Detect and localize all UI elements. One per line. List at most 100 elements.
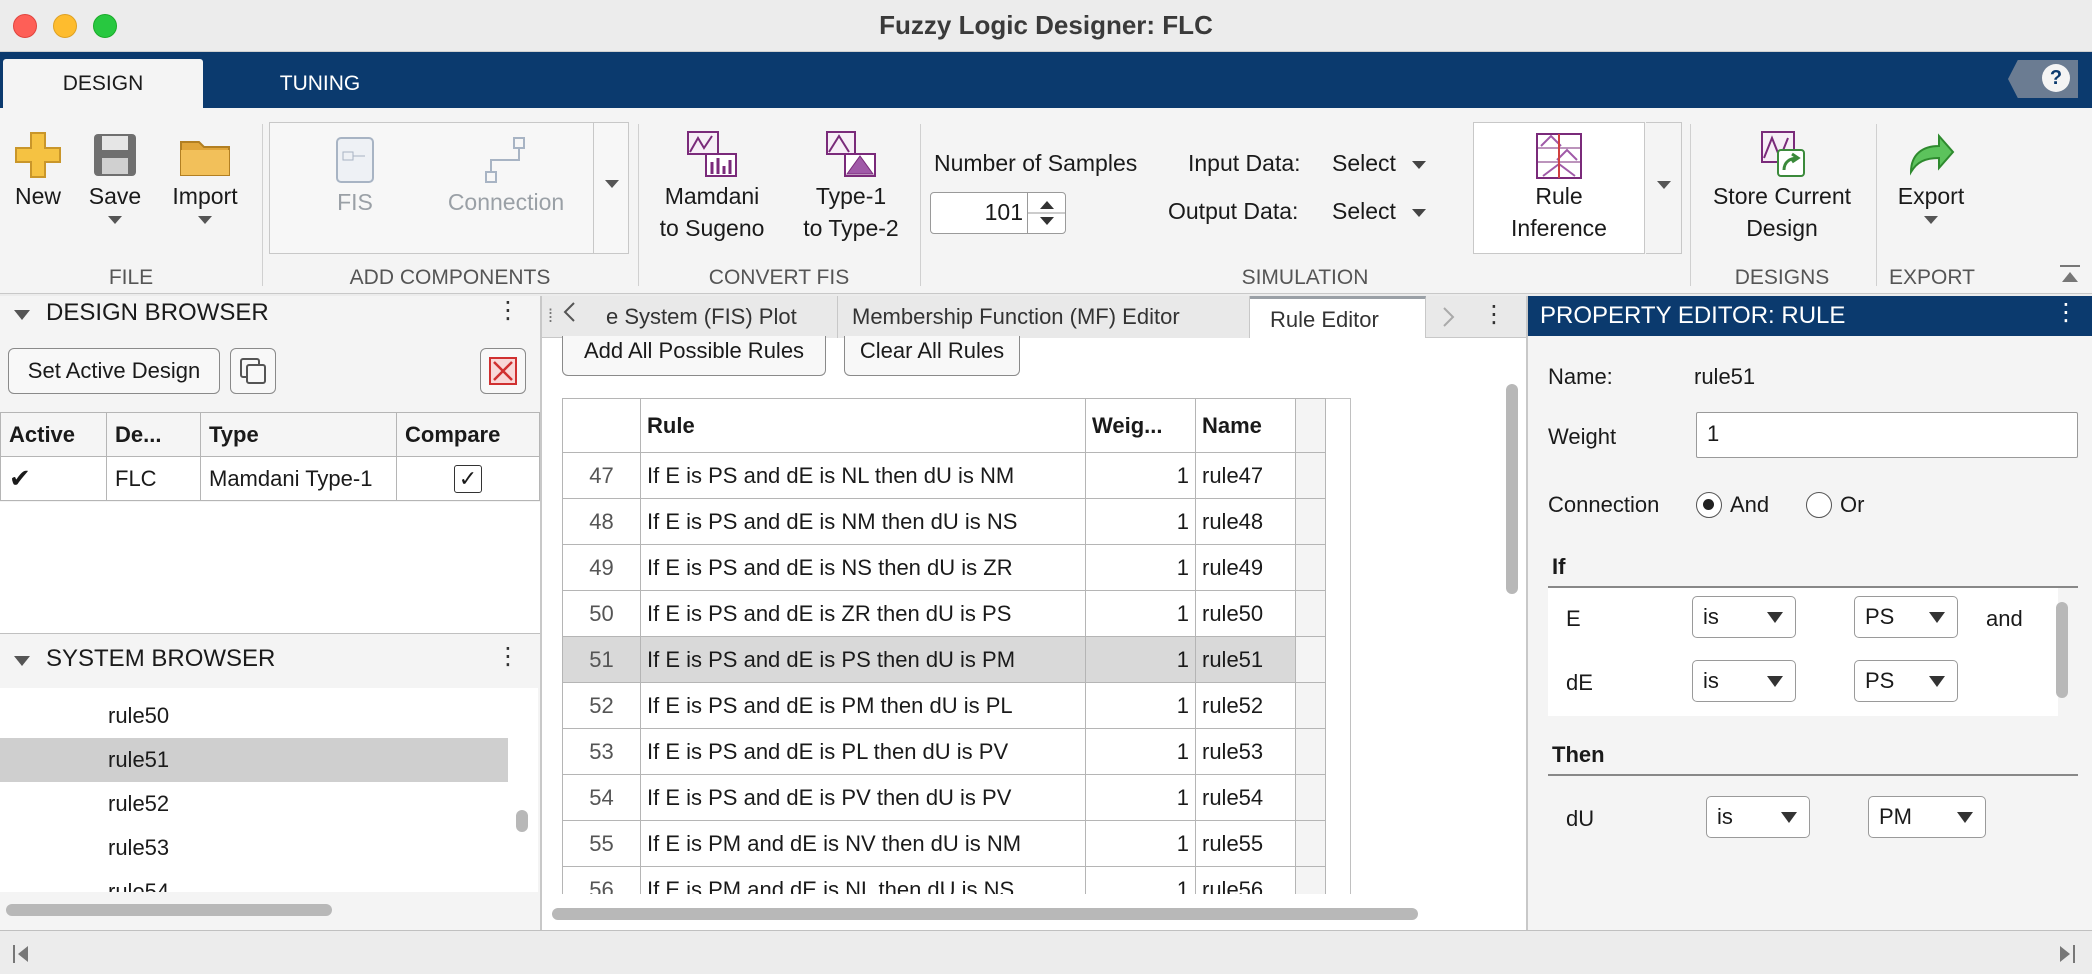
tab-fis-plot[interactable]: e System (FIS) Plot	[598, 296, 838, 338]
add-components-dropdown[interactable]	[593, 122, 629, 254]
tab-tuning[interactable]: TUNING	[220, 59, 420, 108]
row-filler	[1295, 820, 1326, 867]
collapse-system-browser-icon[interactable]	[14, 656, 30, 666]
if-de-operator-select[interactable]: is	[1692, 660, 1796, 702]
row-filler	[1295, 728, 1326, 775]
connection-button[interactable]: Connection	[436, 134, 576, 218]
then-du-operator-select[interactable]: is	[1706, 796, 1810, 838]
rule-index: 55	[562, 820, 641, 867]
rules-vscrollbar[interactable]	[1506, 384, 1518, 594]
col-weight[interactable]: Weig...	[1085, 398, 1196, 453]
input-data-label: Input Data:	[1188, 150, 1301, 176]
col-name[interactable]: Name	[1195, 398, 1296, 453]
tree-item-rule54[interactable]: rule54	[0, 870, 508, 892]
col-compare[interactable]: Compare	[396, 412, 540, 457]
table-row[interactable]: 54 If E is PS and dE is PV then dU is PV 1…	[562, 774, 1326, 821]
input-data-value: Select	[1332, 150, 1396, 176]
table-row[interactable]: 49 If E is PS and dE is NS then dU is ZR 1…	[562, 544, 1326, 591]
tabs-menu-icon[interactable]: ⋮	[1482, 300, 1506, 329]
if-e-operator-select[interactable]: is	[1692, 596, 1796, 638]
table-row[interactable]: 52 If E is PS and dE is PM then dU is PL 1…	[562, 682, 1326, 729]
rule-inference-button[interactable]: Rule Inference	[1480, 132, 1638, 244]
table-row[interactable]: 56 If E is PM and dE is NL then dU is NS 1…	[562, 866, 1326, 894]
table-row[interactable]: 48 If E is PS and dE is NM then dU is NS 1…	[562, 498, 1326, 545]
collapse-right-button[interactable]	[2056, 943, 2076, 970]
property-editor-menu-icon[interactable]: ⋮	[2054, 298, 2078, 327]
set-active-design-button[interactable]: Set Active Design	[8, 348, 220, 394]
tab-design[interactable]: DESIGN	[3, 59, 203, 108]
rule-weight: 1	[1085, 544, 1196, 591]
table-row[interactable]: 53 If E is PS and dE is PL then dU is PV 1…	[562, 728, 1326, 775]
table-row[interactable]: 50 If E is PS and dE is ZR then dU is PS 1…	[562, 590, 1326, 637]
col-filler	[1295, 398, 1326, 453]
tree-item-rule50[interactable]: rule50	[0, 694, 508, 738]
row-filler	[1295, 866, 1326, 894]
col-type[interactable]: Type	[200, 412, 397, 457]
collapse-left-button[interactable]	[12, 943, 32, 970]
spinner-buttons[interactable]	[1027, 193, 1066, 233]
rule-weight: 1	[1085, 498, 1196, 545]
col-rule[interactable]: Rule	[640, 398, 1086, 453]
tab-rule-editor[interactable]: Rule Editor	[1250, 296, 1426, 338]
import-button[interactable]: Import	[162, 130, 248, 224]
rules-hscrollbar[interactable]	[552, 908, 1418, 920]
design-browser-menu-icon[interactable]: ⋮	[496, 296, 520, 325]
rule-editor-pane: ⁞ e System (FIS) Plot Membership Functio…	[542, 296, 1526, 930]
tab-mf-editor[interactable]: Membership Function (MF) Editor	[838, 296, 1250, 338]
title-bar: Fuzzy Logic Designer: FLC	[0, 0, 2092, 52]
table-row[interactable]: 55 If E is PM and dE is NV then dU is NM 1…	[562, 820, 1326, 867]
system-browser-menu-icon[interactable]: ⋮	[496, 642, 520, 671]
folder-icon	[180, 141, 230, 176]
type1-to-type2-button[interactable]: Type-1 to Type-2	[796, 128, 906, 244]
clear-all-rules-button[interactable]: Clear All Rules	[844, 336, 1020, 376]
system-tree-hscrollbar[interactable]	[6, 904, 332, 916]
samples-spinner[interactable]: 101	[930, 192, 1066, 234]
tree-item-rule53[interactable]: rule53	[0, 826, 508, 870]
row-filler	[1295, 498, 1326, 545]
collapse-design-browser-icon[interactable]	[14, 310, 30, 320]
weight-input[interactable]: 1	[1696, 412, 2078, 458]
col-active[interactable]: Active	[0, 412, 107, 457]
or-radio[interactable]	[1806, 492, 1832, 518]
add-all-rules-button[interactable]: Add All Possible Rules	[562, 336, 826, 376]
if-de-mf-select[interactable]: PS	[1854, 660, 1958, 702]
tree-item-rule51[interactable]: rule51	[0, 738, 508, 782]
rule-weight: 1	[1085, 728, 1196, 775]
input-data-select[interactable]: Select	[1332, 150, 1426, 177]
then-du-mf-select[interactable]: PM	[1868, 796, 1986, 838]
table-row[interactable]: 51 If E is PS and dE is PS then dU is PM 1…	[562, 636, 1326, 683]
chevron-left-icon	[563, 302, 575, 322]
rule-inference-dropdown[interactable]	[1646, 122, 1682, 254]
and-radio[interactable]	[1696, 492, 1722, 518]
compare-checkbox[interactable]: ✓	[396, 456, 540, 501]
if-rows-area	[1548, 588, 2058, 716]
chevron-down-icon	[1781, 812, 1797, 823]
help-icon: ?	[2042, 64, 2070, 92]
table-row[interactable]: ✔ FLC Mamdani Type-1 ✓	[0, 456, 540, 501]
property-editor-title: PROPERTY EDITOR: RULE	[1528, 296, 2092, 336]
design-type: Mamdani Type-1	[200, 456, 397, 501]
store-current-design-button[interactable]: Store Current Design	[1700, 128, 1864, 244]
tabs-scroll-right[interactable]	[1426, 296, 1470, 338]
row-filler	[1295, 590, 1326, 637]
table-row[interactable]: 47 If E is PS and dE is NL then dU is NM 1…	[562, 452, 1326, 499]
new-button[interactable]: New	[8, 130, 68, 212]
output-data-select[interactable]: Select	[1332, 198, 1426, 225]
save-button[interactable]: Save	[80, 130, 150, 224]
then-du-mf-value: PM	[1879, 804, 1912, 829]
col-design[interactable]: De...	[106, 412, 201, 457]
if-var-e: E	[1566, 606, 1581, 631]
collapse-ribbon-button[interactable]	[2058, 264, 2082, 286]
if-e-mf-select[interactable]: PS	[1854, 596, 1958, 638]
rule-text: If E is PS and dE is NM then dU is NS	[640, 498, 1086, 545]
tree-item-rule52[interactable]: rule52	[0, 782, 508, 826]
delete-design-button[interactable]	[480, 348, 526, 394]
system-tree-scrollbar[interactable]	[516, 810, 528, 832]
if-rows-scrollbar[interactable]	[2056, 602, 2068, 698]
fis-button[interactable]: FIS	[300, 134, 410, 218]
or-radio-label: Or	[1840, 492, 1865, 517]
mamdani-to-sugeno-button[interactable]: Mamdani to Sugeno	[652, 128, 772, 244]
mamdani-line2: to Sugeno	[659, 215, 765, 241]
export-button[interactable]: Export	[1886, 128, 1976, 224]
duplicate-design-button[interactable]	[230, 348, 276, 394]
